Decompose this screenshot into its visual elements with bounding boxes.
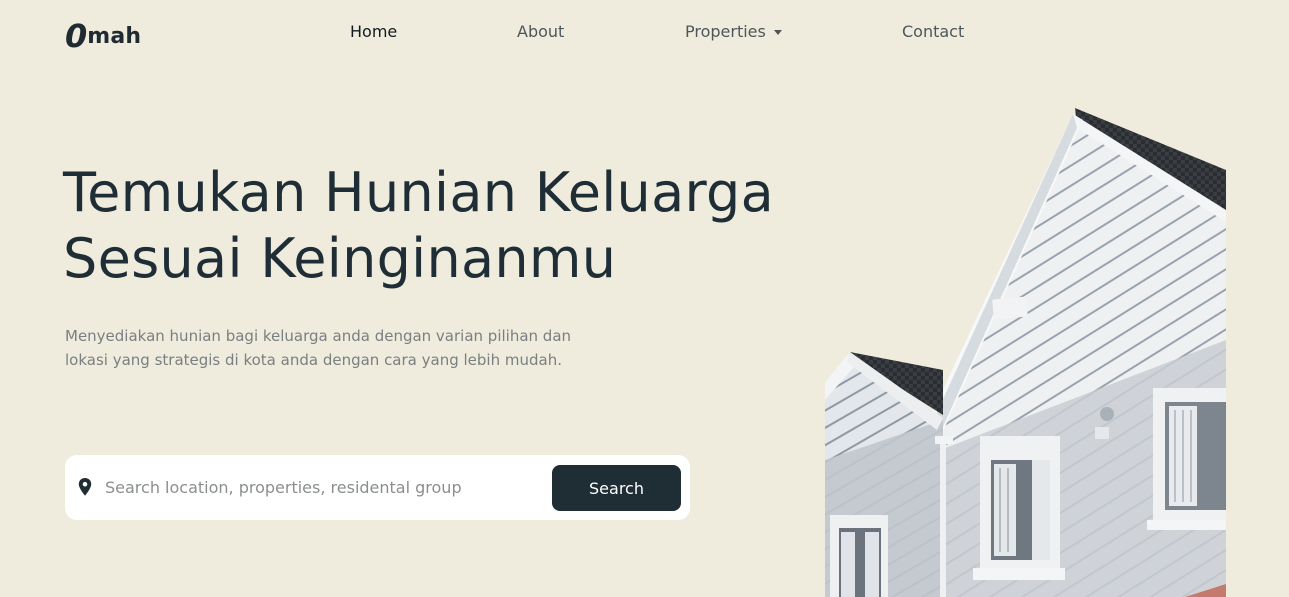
nav-link-about[interactable]: About [517,21,564,43]
hero-title-line-2: Sesuai Keinginanmu [63,227,617,290]
logo-wordmark: mah [87,24,142,49]
landing-page: 0 mah Home About Properties Contact Temu… [0,0,1289,597]
nav-link-home[interactable]: Home [350,21,397,43]
hero-description: Menyediakan hunian bagi keluarga anda de… [65,324,645,372]
nav-properties-label: Properties [685,22,766,41]
nav-dropdown-properties[interactable]: Properties [685,21,782,43]
location-pin-icon [78,478,92,496]
hero-description-line-1: Menyediakan hunian bagi keluarga anda de… [65,327,572,345]
nav-link-contact[interactable]: Contact [902,21,964,43]
hero-title: Temukan Hunian Keluarga Sesuai Keinginan… [63,160,823,292]
brand-logo[interactable]: 0 mah [65,14,141,52]
house-image [825,108,1226,597]
hero-title-line-1: Temukan Hunian Keluarga [63,161,774,224]
chevron-down-icon [773,30,782,35]
logo-mark: 0 [65,17,87,55]
search-bar: Search [65,455,690,520]
search-button[interactable]: Search [552,465,681,511]
hero-description-line-2: lokasi yang strategis di kota anda denga… [65,351,562,369]
search-input[interactable] [105,473,535,501]
